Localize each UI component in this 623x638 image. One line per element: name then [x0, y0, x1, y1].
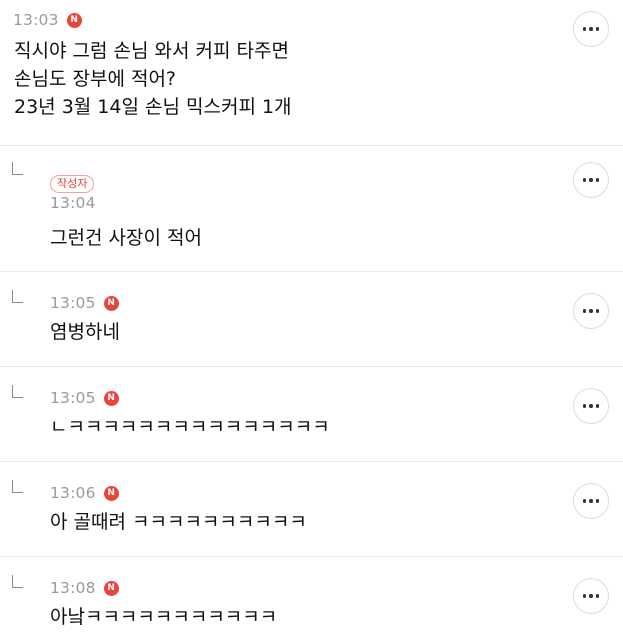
comment-meta: 13:08 N [50, 579, 119, 597]
comment-meta: 13:06 N [50, 484, 119, 502]
reply-item: 작성자 13:04 그런건 사장이 적어 [0, 146, 623, 271]
new-badge-icon: N [66, 12, 82, 28]
reply-corner-icon [12, 290, 23, 303]
more-horizontal-icon [582, 404, 600, 408]
reply-item: 13:05 N ㄴㅋㅋㅋㅋㅋㅋㅋㅋㅋㅋㅋㅋㅋㅋㅋ [0, 367, 623, 461]
more-options-button[interactable] [573, 162, 609, 198]
reply-content: 작성자 [50, 172, 95, 193]
comment-meta: 13:03 N [13, 11, 82, 29]
comment-text: ㄴㅋㅋㅋㅋㅋㅋㅋㅋㅋㅋㅋㅋㅋㅋㅋ [50, 416, 330, 438]
more-options-button[interactable] [573, 483, 609, 519]
comment-time: 13:06 [50, 484, 96, 502]
new-badge-icon: N [103, 485, 119, 501]
new-badge-icon: N [103, 580, 119, 596]
reply-item: 13:05 N 염병하네 [0, 272, 623, 366]
comment-text: 아낰ㅋㅋㅋㅋㅋㅋㅋㅋㅋㅋㅋ [50, 606, 278, 628]
comment-meta: 13:04 [50, 194, 96, 212]
more-options-button[interactable] [573, 578, 609, 614]
reply-item: 13:08 N 아낰ㅋㅋㅋㅋㅋㅋㅋㅋㅋㅋㅋ [0, 557, 623, 638]
comment-item: 13:03 N 직시야 그럼 손님 와서 커피 타주면 손님도 장부에 적어? … [0, 0, 623, 145]
comment-text: 아 골때려 ㅋㅋㅋㅋㅋㅋㅋㅋㅋㅋ [50, 511, 307, 533]
reply-item: 13:06 N 아 골때려 ㅋㅋㅋㅋㅋㅋㅋㅋㅋㅋ [0, 462, 623, 556]
more-horizontal-icon [582, 309, 600, 313]
comment-time: 13:03 [13, 11, 59, 29]
author-badge: 작성자 [50, 175, 95, 193]
reply-corner-icon [12, 480, 23, 493]
comment-meta: 13:05 N [50, 294, 119, 312]
comment-time: 13:04 [50, 194, 96, 212]
comment-text: 염병하네 [50, 321, 120, 343]
more-options-button[interactable] [573, 293, 609, 329]
reply-corner-icon [12, 162, 23, 175]
comment-time: 13:05 [50, 294, 96, 312]
more-horizontal-icon [582, 178, 600, 182]
comment-text: 직시야 그럼 손님 와서 커피 타주면 손님도 장부에 적어? 23년 3월 1… [14, 40, 292, 118]
comment-time: 13:08 [50, 579, 96, 597]
more-horizontal-icon [582, 499, 600, 503]
comment-thread: 13:03 N 직시야 그럼 손님 와서 커피 타주면 손님도 장부에 적어? … [0, 0, 623, 638]
reply-corner-icon [12, 385, 23, 398]
new-badge-icon: N [103, 390, 119, 406]
comment-meta: 13:05 N [50, 389, 119, 407]
more-horizontal-icon [582, 27, 600, 31]
new-badge-icon: N [103, 295, 119, 311]
reply-corner-icon [12, 575, 23, 588]
comment-time: 13:05 [50, 389, 96, 407]
more-options-button[interactable] [573, 11, 609, 47]
more-options-button[interactable] [573, 388, 609, 424]
comment-text: 그런건 사장이 적어 [50, 227, 202, 249]
more-horizontal-icon [582, 594, 600, 598]
